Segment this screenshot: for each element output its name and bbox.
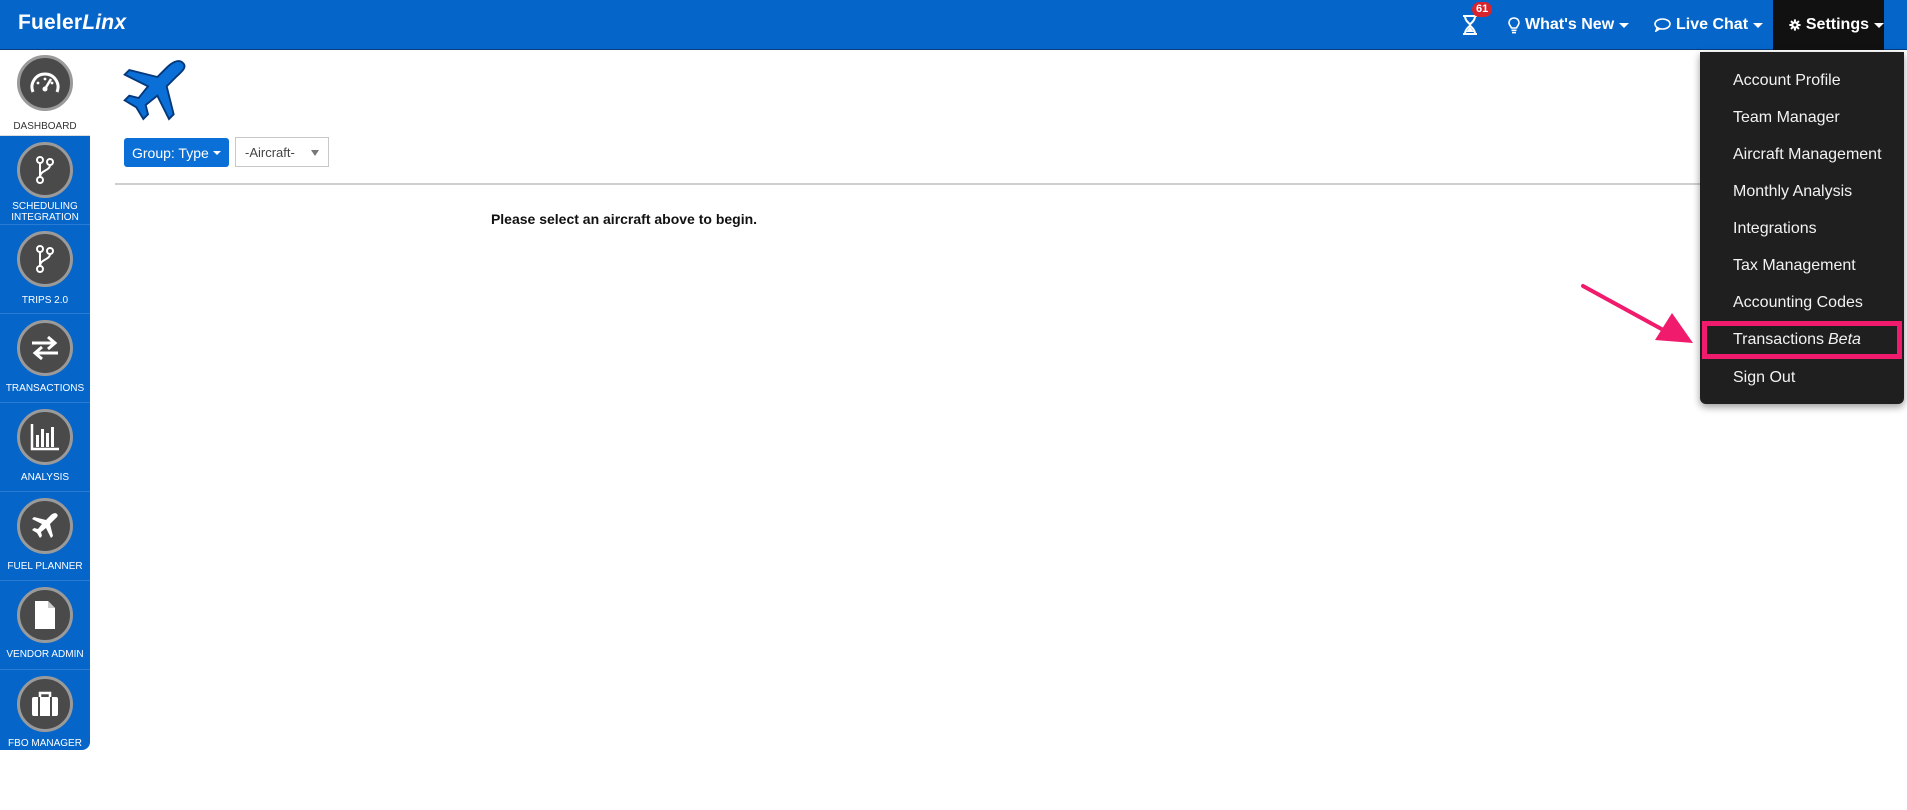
divider bbox=[115, 183, 1877, 185]
settings-label: Settings bbox=[1805, 16, 1869, 33]
analysis-icon-circle bbox=[17, 409, 73, 465]
sidebar-item-trips[interactable]: Trips 2.0 bbox=[0, 226, 90, 314]
sidebar-item-scheduling-integration[interactable]: Scheduling Integration bbox=[0, 137, 90, 225]
brand-part-2: Linx bbox=[82, 11, 127, 34]
menu-item-tax-management[interactable]: Tax Management bbox=[1700, 247, 1904, 284]
branch-icon bbox=[36, 245, 54, 273]
chevron-down-icon bbox=[212, 150, 221, 155]
sidebar-item-fuel-planner[interactable]: Fuel Planner bbox=[0, 493, 90, 581]
sidebar-item-label: FBO Manager bbox=[8, 738, 82, 749]
chevron-down-icon bbox=[1619, 22, 1630, 28]
annotation-arrow bbox=[1581, 284, 1693, 343]
empty-state-message: Please select an aircraft above to begin… bbox=[490, 211, 758, 227]
briefcase-icon bbox=[32, 691, 58, 716]
group-type-label: Group: Type bbox=[132, 144, 209, 161]
sidebar-item-label: Scheduling Integration bbox=[11, 201, 79, 223]
gear-icon bbox=[1789, 19, 1801, 31]
fuel-planner-icon-circle bbox=[17, 498, 73, 554]
transactions-icon-circle bbox=[17, 320, 73, 376]
menu-item-account-profile[interactable]: Account Profile bbox=[1700, 62, 1904, 99]
sidebar-item-dashboard[interactable]: Dashboard bbox=[0, 51, 90, 136]
menu-item-integrations[interactable]: Integrations bbox=[1700, 210, 1904, 247]
aircraft-select-value: -Aircraft- bbox=[245, 144, 295, 160]
menu-item-transactions-beta[interactable]: Transactions Beta bbox=[1702, 321, 1902, 359]
vendor-admin-icon-circle bbox=[17, 587, 73, 643]
sidebar-item-label: Dashboard bbox=[13, 121, 77, 132]
top-navbar: FuelerLinx 61 What's New Live Chat Setti… bbox=[0, 0, 1907, 50]
chat-bubble-icon bbox=[1654, 18, 1671, 32]
live-chat-menu[interactable]: Live Chat bbox=[1654, 0, 1764, 50]
whats-new-label: What's New bbox=[1525, 16, 1615, 33]
sidebar-item-label: Fuel Planner bbox=[7, 561, 83, 572]
brand-logo[interactable]: FuelerLinx bbox=[18, 11, 126, 35]
sidebar-item-vendor-admin[interactable]: Vendor Admin bbox=[0, 582, 90, 670]
speedometer-icon bbox=[30, 72, 60, 93]
sidebar-item-label: Vendor Admin bbox=[6, 649, 84, 660]
menu-item-accounting-codes[interactable]: Accounting Codes bbox=[1700, 284, 1904, 321]
sidebar: Dashboard Scheduling Integration Trips 2… bbox=[0, 51, 90, 750]
bar-chart-icon bbox=[30, 424, 59, 451]
menu-item-monthly-analysis[interactable]: Monthly Analysis bbox=[1700, 173, 1904, 210]
menu-item-transactions-label: Transactions bbox=[1733, 331, 1824, 348]
settings-dropdown: Account Profile Team Manager Aircraft Ma… bbox=[1700, 52, 1904, 404]
live-chat-label: Live Chat bbox=[1676, 16, 1749, 33]
dashboard-icon-circle bbox=[17, 55, 73, 111]
chevron-down-icon bbox=[311, 150, 319, 156]
sidebar-item-transactions[interactable]: Transactions bbox=[0, 315, 90, 403]
fbo-manager-icon-circle bbox=[17, 676, 73, 732]
brand-part-1: Fueler bbox=[18, 11, 83, 34]
sidebar-item-analysis[interactable]: Analysis bbox=[0, 404, 90, 492]
lightbulb-icon bbox=[1508, 16, 1520, 33]
aircraft-select[interactable]: -Aircraft- bbox=[235, 137, 329, 167]
trips-icon-circle bbox=[17, 231, 73, 287]
menu-item-sign-out[interactable]: Sign Out bbox=[1700, 359, 1904, 396]
chevron-down-icon bbox=[1753, 22, 1764, 28]
branch-icon bbox=[36, 156, 54, 184]
beta-label: Beta bbox=[1828, 331, 1861, 348]
menu-item-team-manager[interactable]: Team Manager bbox=[1700, 99, 1904, 136]
notifications-button[interactable]: 61 bbox=[1454, 0, 1493, 50]
whats-new-menu[interactable]: What's New bbox=[1508, 0, 1630, 50]
chevron-down-icon bbox=[1874, 22, 1884, 28]
menu-item-aircraft-management[interactable]: Aircraft Management bbox=[1700, 136, 1904, 173]
settings-menu[interactable]: Settings bbox=[1773, 0, 1884, 50]
notification-count-badge: 61 bbox=[1472, 2, 1493, 17]
sidebar-item-fbo-manager[interactable]: FBO Manager bbox=[0, 671, 90, 759]
airplane-icon bbox=[123, 60, 186, 121]
sidebar-item-label: Trips 2.0 bbox=[21, 295, 69, 306]
sidebar-item-label: Analysis bbox=[20, 472, 70, 483]
hourglass-icon bbox=[1462, 15, 1477, 35]
document-icon bbox=[35, 601, 55, 629]
exchange-icon bbox=[32, 335, 58, 361]
scheduling-icon-circle bbox=[17, 142, 73, 198]
sidebar-item-label: Transactions bbox=[5, 383, 85, 394]
plane-icon bbox=[32, 513, 58, 538]
group-type-button[interactable]: Group: Type bbox=[124, 138, 229, 167]
